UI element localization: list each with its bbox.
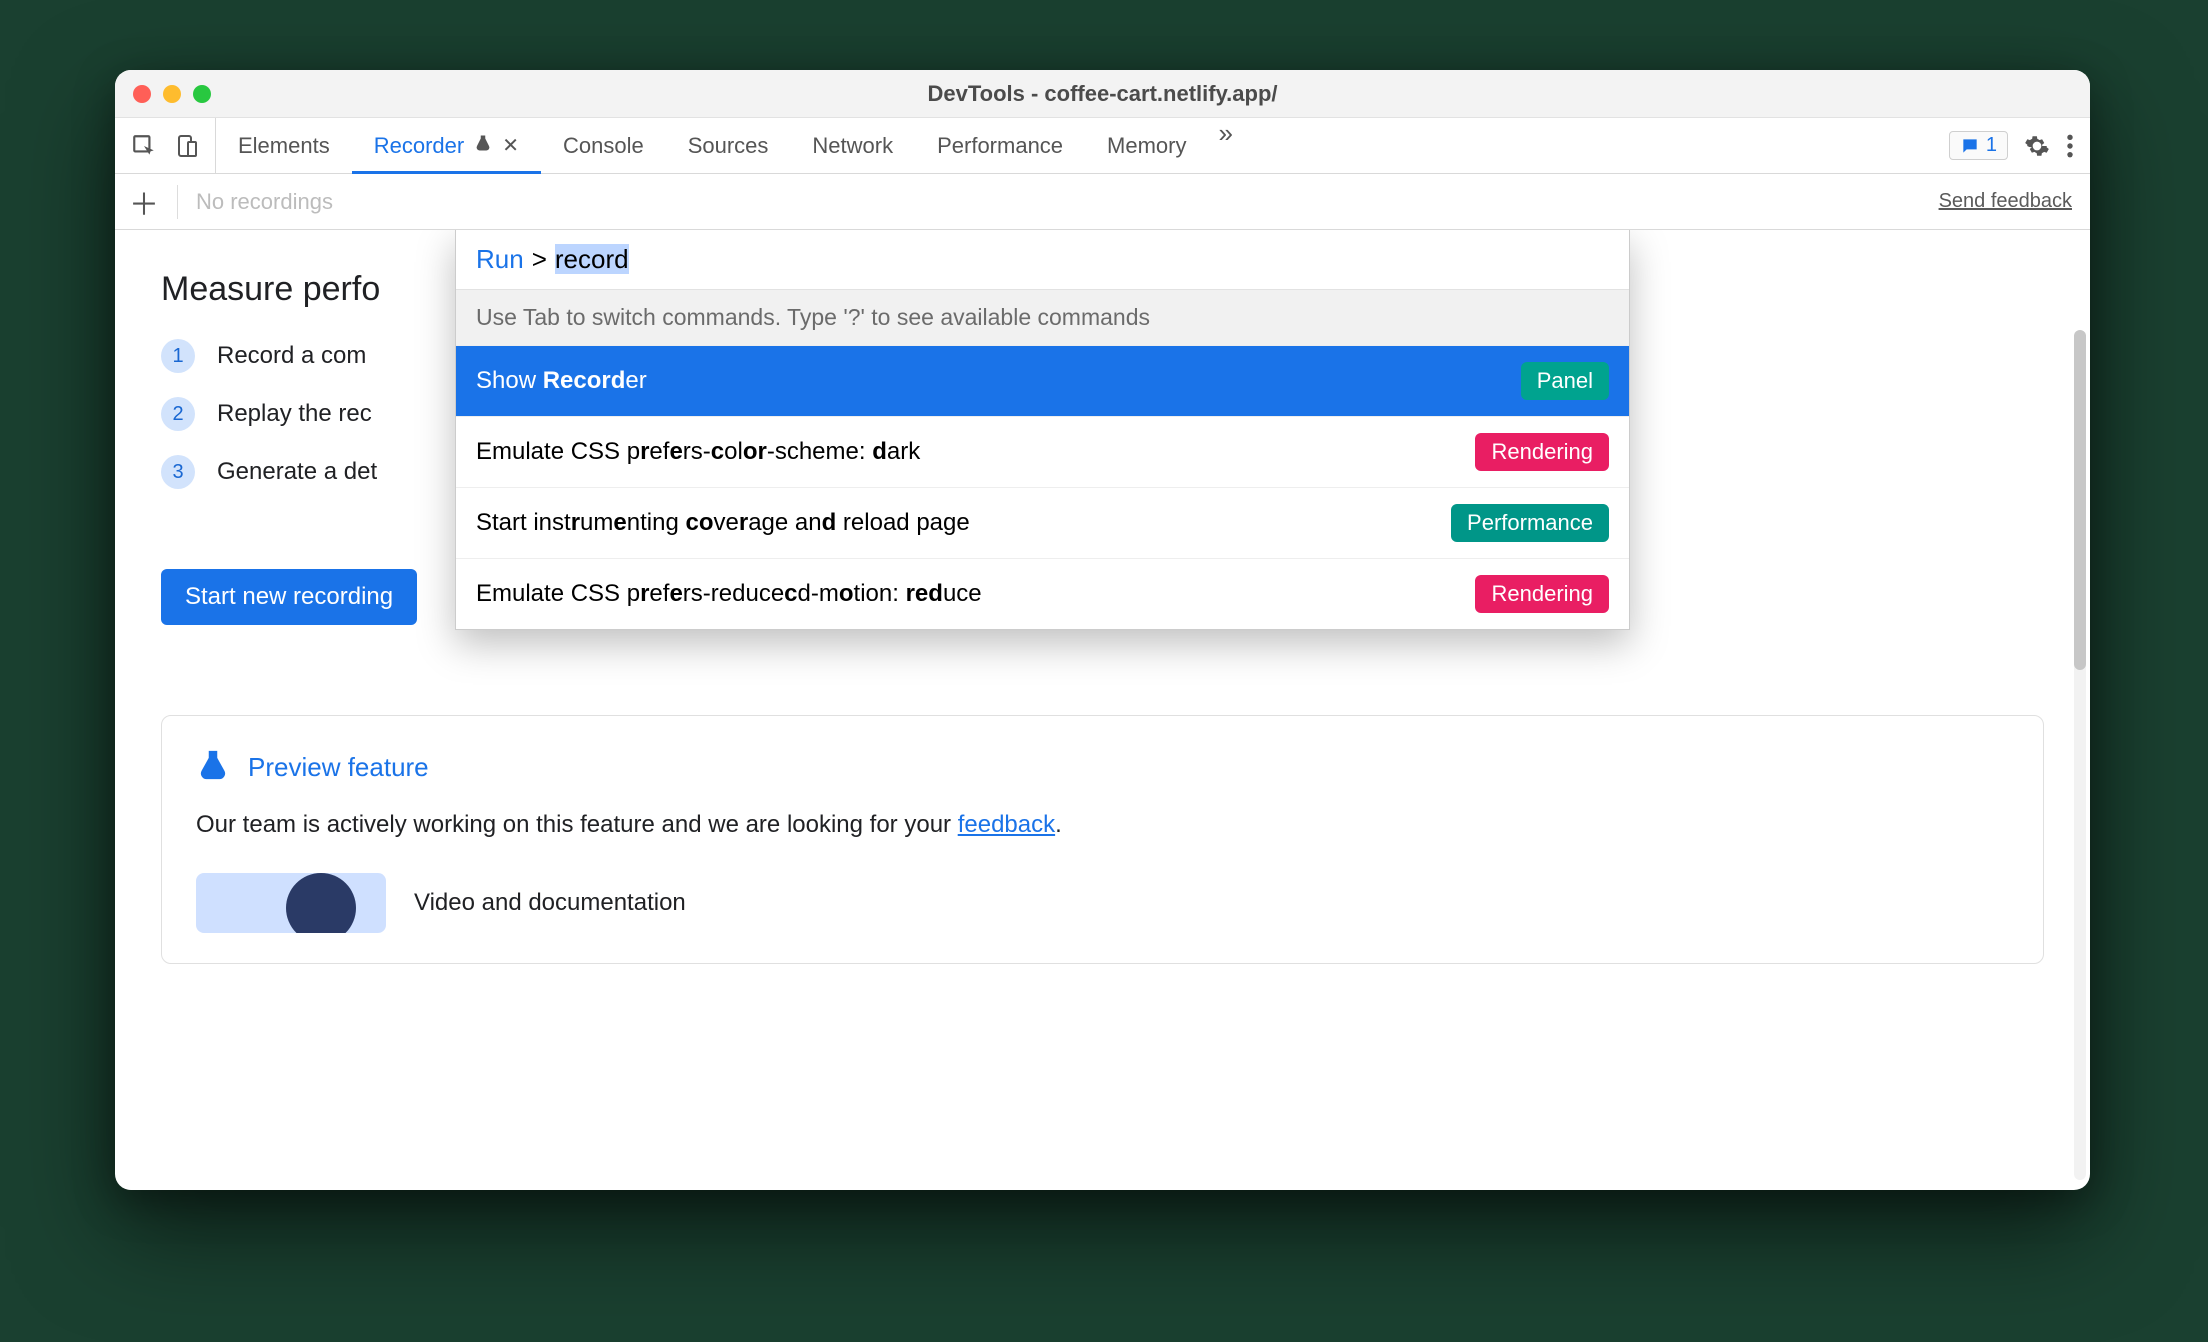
- device-toggle-icon[interactable]: [175, 133, 199, 159]
- doc-title: Video and documentation: [414, 889, 686, 917]
- preview-body: Our team is actively working on this fea…: [196, 811, 2009, 839]
- palette-caret: >: [532, 244, 547, 275]
- scrollbar[interactable]: [2074, 330, 2086, 1180]
- tab-console[interactable]: Console: [541, 118, 666, 173]
- preview-header: Preview feature: [196, 746, 2009, 789]
- palette-item-badge: Rendering: [1475, 433, 1609, 471]
- palette-item-label: Show Recorder: [476, 367, 647, 395]
- step-number-badge: 3: [161, 455, 195, 489]
- step-text: Record a com: [217, 342, 366, 370]
- palette-item-label: Emulate CSS prefers-color-scheme: dark: [476, 438, 920, 466]
- tab-network[interactable]: Network: [790, 118, 915, 173]
- tab-label: Recorder: [374, 133, 464, 159]
- palette-prefix: Run: [476, 244, 524, 275]
- scrollbar-thumb[interactable]: [2074, 330, 2086, 670]
- palette-item[interactable]: Start instrumenting coverage and reload …: [456, 487, 1629, 558]
- maximize-window-button[interactable]: [193, 85, 211, 103]
- tab-elements[interactable]: Elements: [216, 118, 352, 173]
- palette-item[interactable]: Emulate CSS prefers-color-scheme: dark Re…: [456, 416, 1629, 487]
- close-window-button[interactable]: [133, 85, 151, 103]
- tabstrip-right-tools: 1: [1933, 118, 2090, 173]
- start-new-recording-button[interactable]: Start new recording: [161, 569, 417, 625]
- flask-icon: [196, 746, 230, 789]
- palette-item-label: Emulate CSS prefers-reducecd-motion: red…: [476, 580, 982, 608]
- tab-label: Console: [563, 133, 644, 159]
- more-tabs-icon[interactable]: »: [1209, 118, 1243, 173]
- tabs: Elements Recorder ✕ Console Sources Netw…: [216, 118, 1933, 173]
- message-count: 1: [1986, 134, 1997, 157]
- step-text: Generate a det: [217, 458, 377, 486]
- palette-item[interactable]: Show Recorder Panel: [456, 345, 1629, 416]
- panel-content: Measure perfo 1Record a com 2Replay the …: [115, 230, 2090, 1190]
- doc-row: Video and documentation: [196, 873, 2009, 933]
- settings-gear-icon[interactable]: [2024, 133, 2050, 159]
- tab-label: Performance: [937, 133, 1063, 159]
- palette-query-text: record: [555, 244, 629, 274]
- titlebar: DevTools - coffee-cart.netlify.app/: [115, 70, 2090, 118]
- palette-item-badge: Performance: [1451, 504, 1609, 542]
- tab-sources[interactable]: Sources: [666, 118, 791, 173]
- traffic-lights: [133, 85, 211, 103]
- palette-hint: Use Tab to switch commands. Type '?' to …: [456, 289, 1629, 345]
- send-feedback-link[interactable]: Send feedback: [1939, 190, 2072, 213]
- inspect-element-icon[interactable]: [131, 133, 157, 159]
- close-tab-icon[interactable]: ✕: [502, 133, 519, 158]
- devtools-window: DevTools - coffee-cart.netlify.app/ Elem…: [115, 70, 2090, 1190]
- command-palette: Run > record Use Tab to switch commands. …: [455, 230, 1630, 630]
- feedback-link[interactable]: feedback: [958, 811, 1055, 838]
- window-title: DevTools - coffee-cart.netlify.app/: [115, 81, 2090, 107]
- step-number-badge: 1: [161, 339, 195, 373]
- tab-performance[interactable]: Performance: [915, 118, 1085, 173]
- tab-label: Memory: [1107, 133, 1186, 159]
- experiment-flask-icon: [474, 133, 492, 159]
- preview-body-suffix: .: [1055, 811, 1062, 838]
- tab-label: Network: [812, 133, 893, 159]
- new-recording-icon[interactable]: ＋: [129, 180, 177, 224]
- divider: [177, 185, 178, 219]
- minimize-window-button[interactable]: [163, 85, 181, 103]
- tabstrip: Elements Recorder ✕ Console Sources Netw…: [115, 118, 2090, 174]
- preview-body-text: Our team is actively working on this fea…: [196, 811, 958, 838]
- palette-query: record: [555, 244, 629, 275]
- recorder-toolbar: ＋ No recordings Send feedback: [115, 174, 2090, 230]
- palette-item[interactable]: Emulate CSS prefers-reducecd-motion: red…: [456, 558, 1629, 629]
- palette-item-label: Start instrumenting coverage and reload …: [476, 509, 970, 537]
- recordings-dropdown[interactable]: No recordings: [196, 189, 333, 215]
- palette-input[interactable]: Run > record: [456, 230, 1629, 289]
- message-icon: [1960, 136, 1980, 156]
- preview-title: Preview feature: [248, 752, 429, 783]
- tab-label: Sources: [688, 133, 769, 159]
- palette-items: Show Recorder Panel Emulate CSS prefers-co…: [456, 345, 1629, 629]
- palette-item-badge: Rendering: [1475, 575, 1609, 613]
- tabstrip-left-tools: [115, 118, 216, 173]
- tab-label: Elements: [238, 133, 330, 159]
- kebab-menu-icon[interactable]: [2066, 133, 2074, 159]
- step-number-badge: 2: [161, 397, 195, 431]
- video-thumbnail[interactable]: [196, 873, 386, 933]
- console-messages-badge[interactable]: 1: [1949, 131, 2008, 160]
- tab-memory[interactable]: Memory: [1085, 118, 1208, 173]
- palette-item-badge: Panel: [1521, 362, 1609, 400]
- preview-feature-card: Preview feature Our team is actively wor…: [161, 715, 2044, 964]
- tab-recorder[interactable]: Recorder ✕: [352, 118, 541, 173]
- step-text: Replay the rec: [217, 400, 372, 428]
